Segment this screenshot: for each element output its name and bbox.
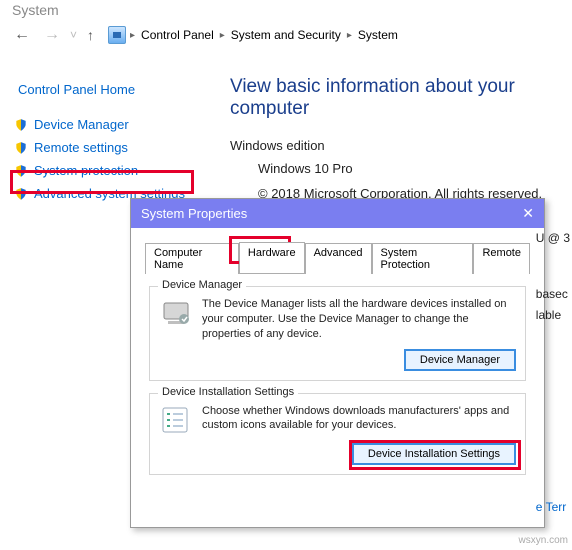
main-content: View basic information about your comput… bbox=[220, 60, 572, 219]
device-installation-settings-group: Device Installation Settings Choose whet… bbox=[149, 393, 526, 475]
shield-icon bbox=[14, 164, 28, 178]
page-heading: View basic information about your comput… bbox=[230, 76, 562, 120]
crumb-system-security[interactable]: System and Security bbox=[229, 26, 343, 44]
windows-edition-value: Windows 10 Pro bbox=[258, 161, 562, 176]
navigation-bar: ← → ˅ ↑ ▸ Control Panel ▸ System and Sec… bbox=[0, 20, 572, 50]
crumb-control-panel[interactable]: Control Panel bbox=[139, 26, 216, 44]
tab-remote[interactable]: Remote bbox=[473, 243, 530, 274]
shield-icon bbox=[14, 141, 28, 155]
control-panel-icon bbox=[108, 26, 126, 44]
system-properties-dialog: System Properties ✕ Computer Name Hardwa… bbox=[130, 198, 545, 528]
background-partial-text: U @ 3 basec lable e Terr bbox=[536, 228, 570, 518]
chevron-right-icon[interactable]: ▸ bbox=[220, 30, 225, 41]
dialog-title-text: System Properties bbox=[141, 206, 247, 221]
tab-computer-name[interactable]: Computer Name bbox=[145, 243, 239, 274]
chevron-right-icon[interactable]: ▸ bbox=[347, 30, 352, 41]
chevron-right-icon[interactable]: ▸ bbox=[130, 30, 135, 41]
device-installation-text: Choose whether Windows downloads manufac… bbox=[202, 404, 515, 434]
group-title: Device Installation Settings bbox=[158, 386, 298, 398]
control-panel-home-link[interactable]: Control Panel Home bbox=[18, 82, 206, 97]
nav-history-dropdown-icon[interactable]: ˅ bbox=[70, 28, 77, 42]
watermark-text: wsxyn.com bbox=[519, 535, 568, 546]
tab-advanced[interactable]: Advanced bbox=[305, 243, 372, 274]
back-arrow-icon[interactable]: ← bbox=[10, 24, 34, 46]
windows-edition-label: Windows edition bbox=[230, 138, 562, 153]
window-title: System bbox=[0, 0, 572, 20]
sidebar: Control Panel Home Device Manager Remote… bbox=[0, 60, 220, 219]
background-link[interactable]: e Terr bbox=[536, 497, 570, 519]
tab-strip: Computer Name Hardware Advanced System P… bbox=[145, 242, 530, 273]
sidebar-item-system-protection[interactable]: System protection bbox=[34, 163, 138, 178]
address-breadcrumb[interactable]: ▸ Control Panel ▸ System and Security ▸ … bbox=[108, 26, 400, 44]
device-installation-settings-button[interactable]: Device Installation Settings bbox=[353, 444, 515, 464]
device-manager-icon bbox=[160, 297, 192, 329]
sidebar-item-device-manager[interactable]: Device Manager bbox=[34, 117, 129, 132]
shield-icon bbox=[14, 118, 28, 132]
tab-hardware[interactable]: Hardware bbox=[239, 242, 305, 273]
device-manager-text: The Device Manager lists all the hardwar… bbox=[202, 297, 515, 342]
close-icon[interactable]: ✕ bbox=[522, 205, 534, 222]
crumb-system[interactable]: System bbox=[356, 26, 400, 44]
dialog-titlebar[interactable]: System Properties ✕ bbox=[131, 199, 544, 228]
device-manager-button[interactable]: Device Manager bbox=[405, 350, 515, 370]
shield-icon bbox=[14, 187, 28, 201]
forward-arrow-icon: → bbox=[40, 24, 64, 46]
device-manager-group: Device Manager The Device Manager lists … bbox=[149, 286, 526, 381]
group-title: Device Manager bbox=[158, 279, 246, 291]
sidebar-item-remote-settings[interactable]: Remote settings bbox=[34, 140, 128, 155]
up-arrow-icon[interactable]: ↑ bbox=[83, 27, 98, 43]
settings-list-icon bbox=[160, 404, 192, 436]
tab-system-protection[interactable]: System Protection bbox=[372, 243, 474, 274]
